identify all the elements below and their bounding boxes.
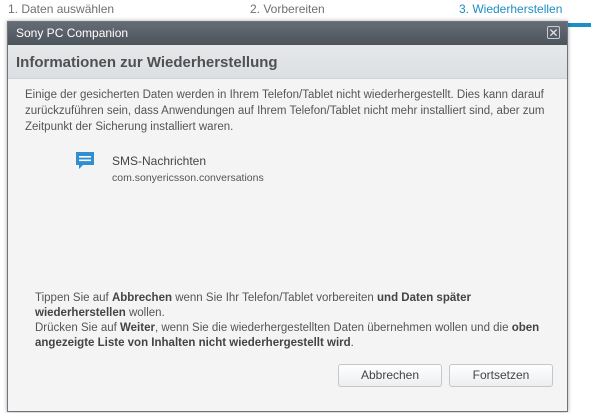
- close-icon: ✕: [548, 25, 559, 40]
- intro-text: Einige der gesicherten Daten werden in I…: [25, 89, 545, 133]
- item-title: SMS-Nachrichten: [112, 154, 207, 168]
- footer-paragraph-cancel: Tippen Sie auf Abbrechen wenn Sie Ihr Te…: [35, 291, 555, 321]
- restore-info-dialog: Sony PC Companion ✕ Informationen zur Wi…: [7, 21, 568, 412]
- footer-paragraph-continue: Drücken Sie auf Weiter, wenn Sie die wie…: [35, 321, 555, 351]
- continue-button[interactable]: Fortsetzen: [449, 364, 553, 387]
- footer-text-segment: Drücken Sie auf: [35, 322, 121, 334]
- footer-text-segment: wenn Sie Ihr Telefon/Tablet vorbereiten: [172, 292, 378, 304]
- dialog-heading: Informationen zur Wiederherstellung: [16, 54, 278, 71]
- wizard-step-restore: 3. Wiederherstellen: [459, 2, 563, 16]
- cancel-button[interactable]: Abbrechen: [338, 364, 442, 387]
- footer-text-segment: wollen.: [125, 307, 165, 319]
- footer-bold-continue: Weiter: [120, 322, 155, 334]
- footer-bold-cancel: Abbrechen: [111, 292, 173, 304]
- dialog-heading-band: Informationen zur Wiederherstellung: [8, 45, 567, 79]
- footer-text-segment: , wenn Sie die wiederhergestellten Daten…: [154, 322, 512, 334]
- wizard-step-select-data: 1. Daten auswählen: [8, 2, 115, 16]
- footer-instructions: Tippen Sie auf Abbrechen wenn Sie Ihr Te…: [35, 291, 555, 351]
- sms-icon: [76, 152, 94, 169]
- item-package: com.sonyericsson.conversations: [112, 172, 264, 184]
- wizard-progress-indicator: [567, 23, 591, 27]
- wizard-step-prepare: 2. Vorbereiten: [250, 2, 325, 16]
- close-button[interactable]: ✕: [547, 26, 560, 39]
- footer-text-segment: Tippen Sie auf: [35, 292, 112, 304]
- dialog-title: Sony PC Companion: [16, 26, 129, 40]
- dialog-titlebar: Sony PC Companion ✕: [8, 22, 567, 45]
- footer-text-segment: .: [350, 337, 354, 349]
